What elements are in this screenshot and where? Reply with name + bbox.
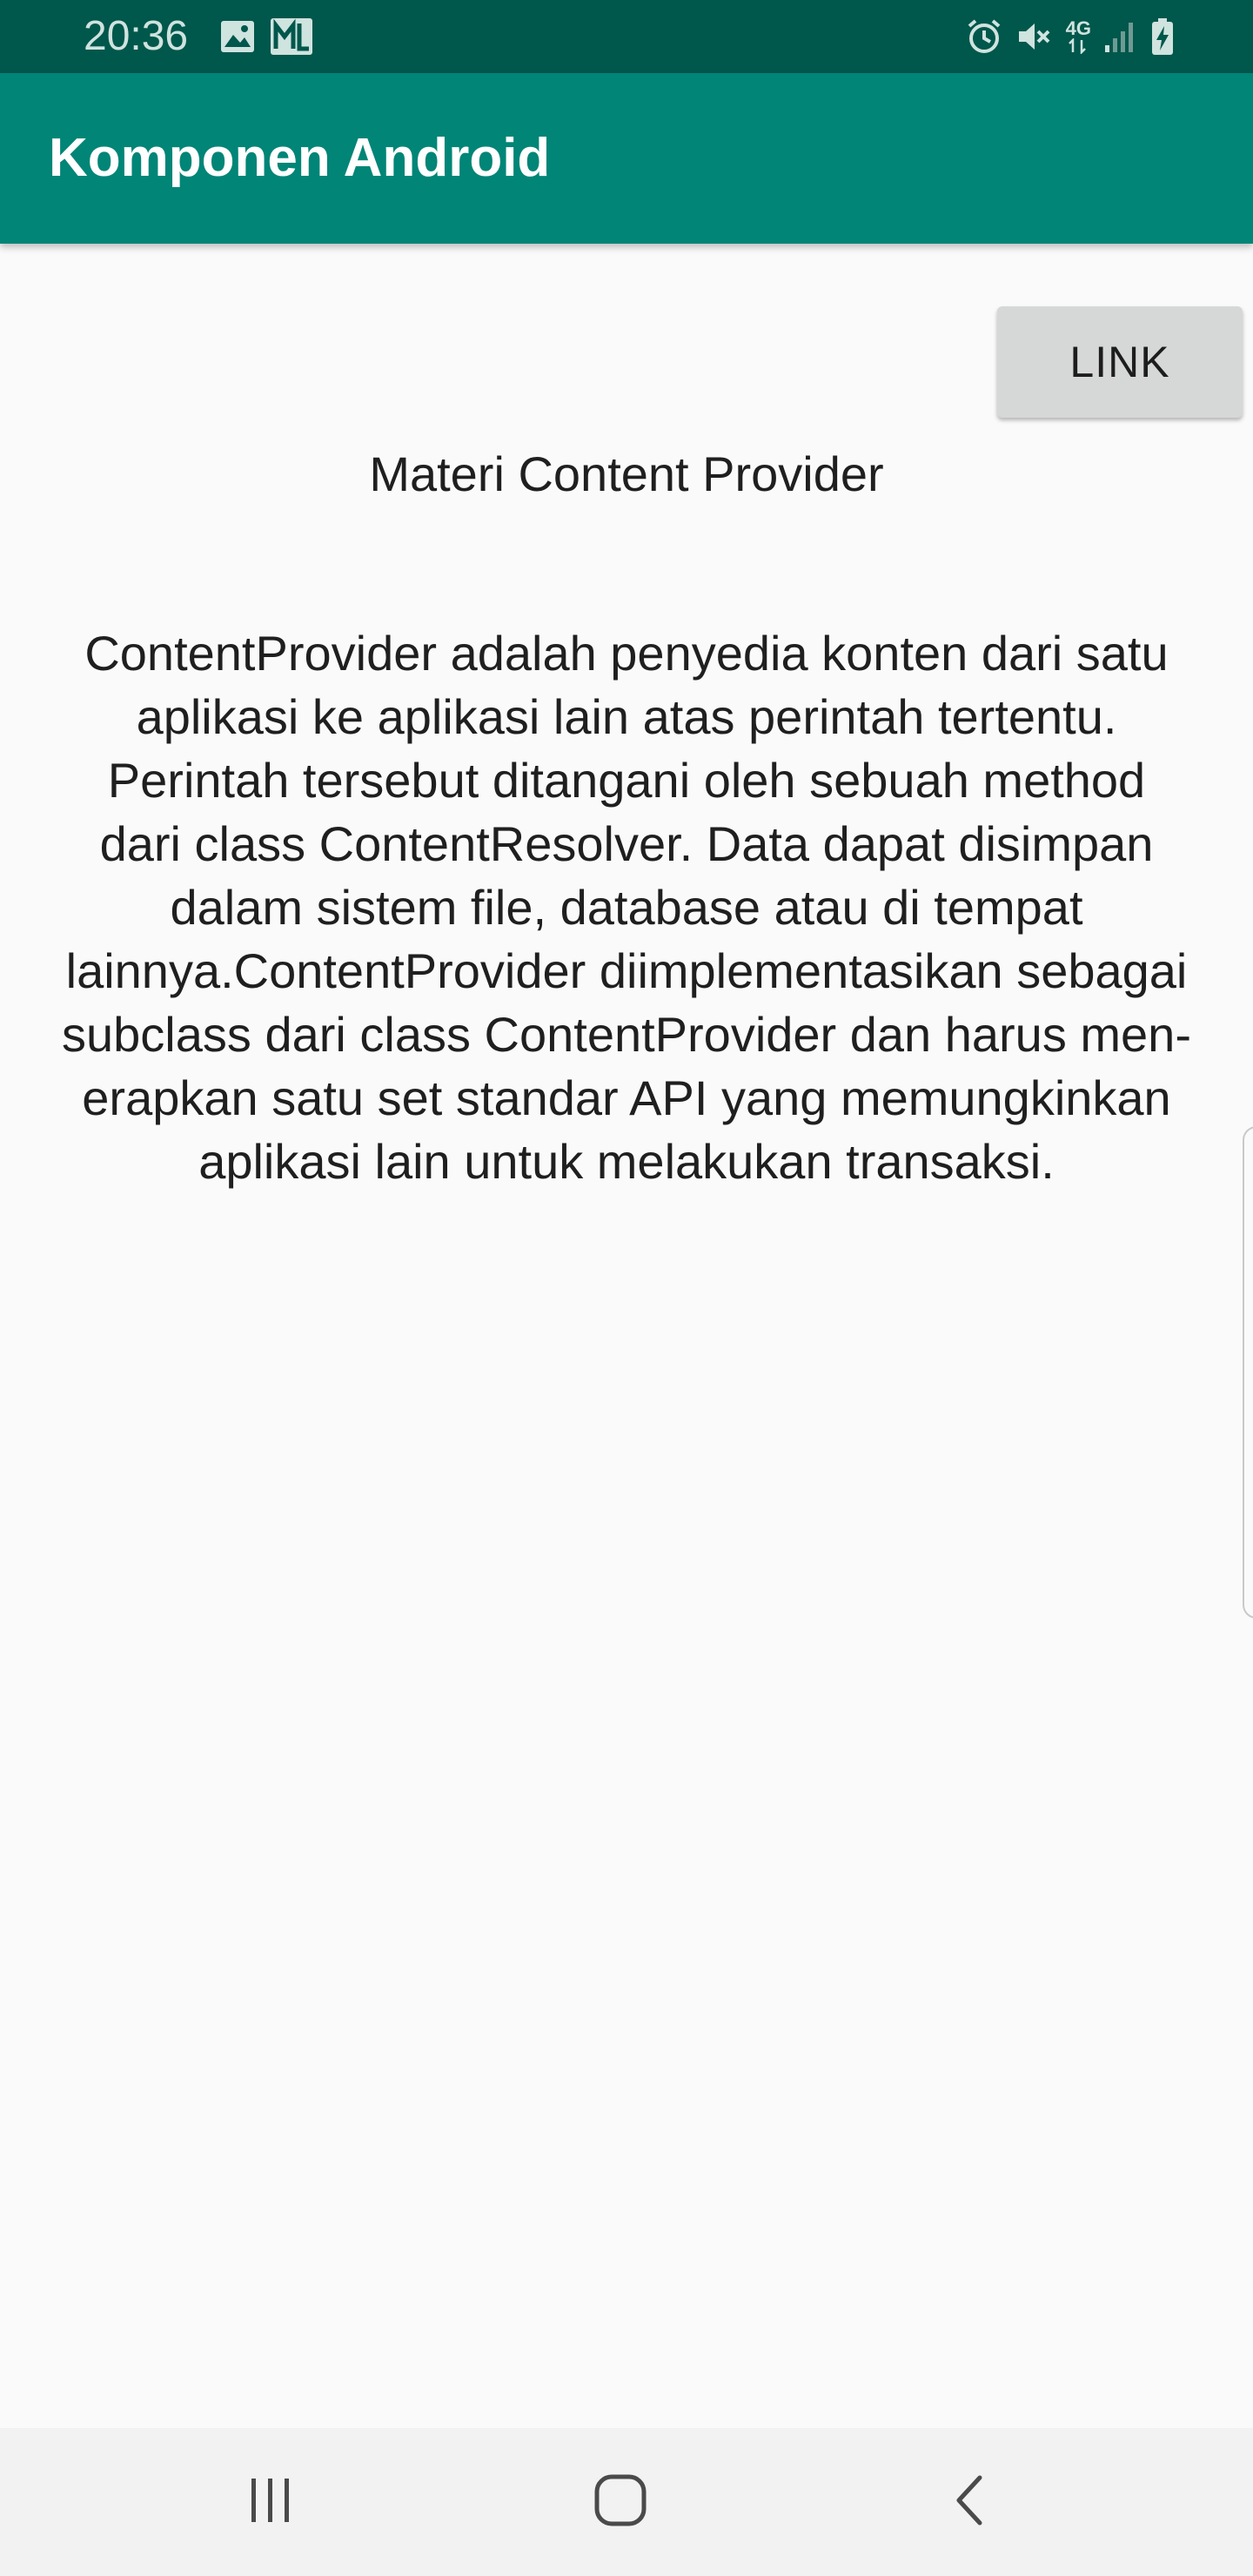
gmail-icon (270, 17, 313, 56)
back-icon (950, 2472, 988, 2532)
description-line: dari class ContentResolver. Data dapat d… (99, 816, 1154, 871)
description-line: aplikasi lain untuk melakukan transaksi. (198, 1134, 1055, 1189)
description-line: dalam sistem file, database atau di temp… (170, 880, 1083, 935)
home-icon (593, 2472, 648, 2532)
network-label: 4G (1065, 17, 1091, 39)
image-icon (219, 19, 256, 54)
app-bar: Komponen Android (0, 73, 1253, 244)
description-text: ContentProvider adalah penyedia konten d… (5, 621, 1248, 1193)
description-line: erapkan satu set standar API yang memung… (82, 1070, 1171, 1125)
materi-title: Materi Content Provider (369, 446, 884, 501)
mute-icon (1015, 17, 1054, 56)
description-line: subclass dari class ContentProvider dan … (62, 1007, 1191, 1062)
battery-charging-icon (1150, 17, 1175, 56)
status-notification-icons (219, 17, 313, 56)
navigation-bar (0, 2428, 1253, 2576)
description-line: Perintah tersebut ditangani oleh sebuah … (107, 753, 1146, 808)
alarm-icon (965, 17, 1003, 56)
link-button[interactable]: LINK (997, 306, 1243, 418)
back-button[interactable] (882, 2428, 1056, 2576)
home-button[interactable] (533, 2428, 707, 2576)
status-time: 20:36 (84, 13, 189, 59)
recents-button[interactable] (184, 2428, 358, 2576)
app-title: Komponen Android (49, 128, 551, 188)
signal-icon (1103, 19, 1138, 54)
network-4g-icon: 4G (1066, 19, 1091, 54)
status-bar: 20:36 4G (0, 0, 1253, 73)
status-system-icons: 4G (965, 16, 1175, 57)
description-line: ContentProvider adalah penyedia konten d… (84, 626, 1169, 681)
edge-panel-handle[interactable] (1243, 1126, 1253, 1619)
description-line: lainnya.ContentProvider diimplementasika… (65, 943, 1188, 998)
description-line: aplikasi ke aplikasi lain atas perintah … (136, 689, 1117, 744)
recents-icon (245, 2476, 297, 2529)
